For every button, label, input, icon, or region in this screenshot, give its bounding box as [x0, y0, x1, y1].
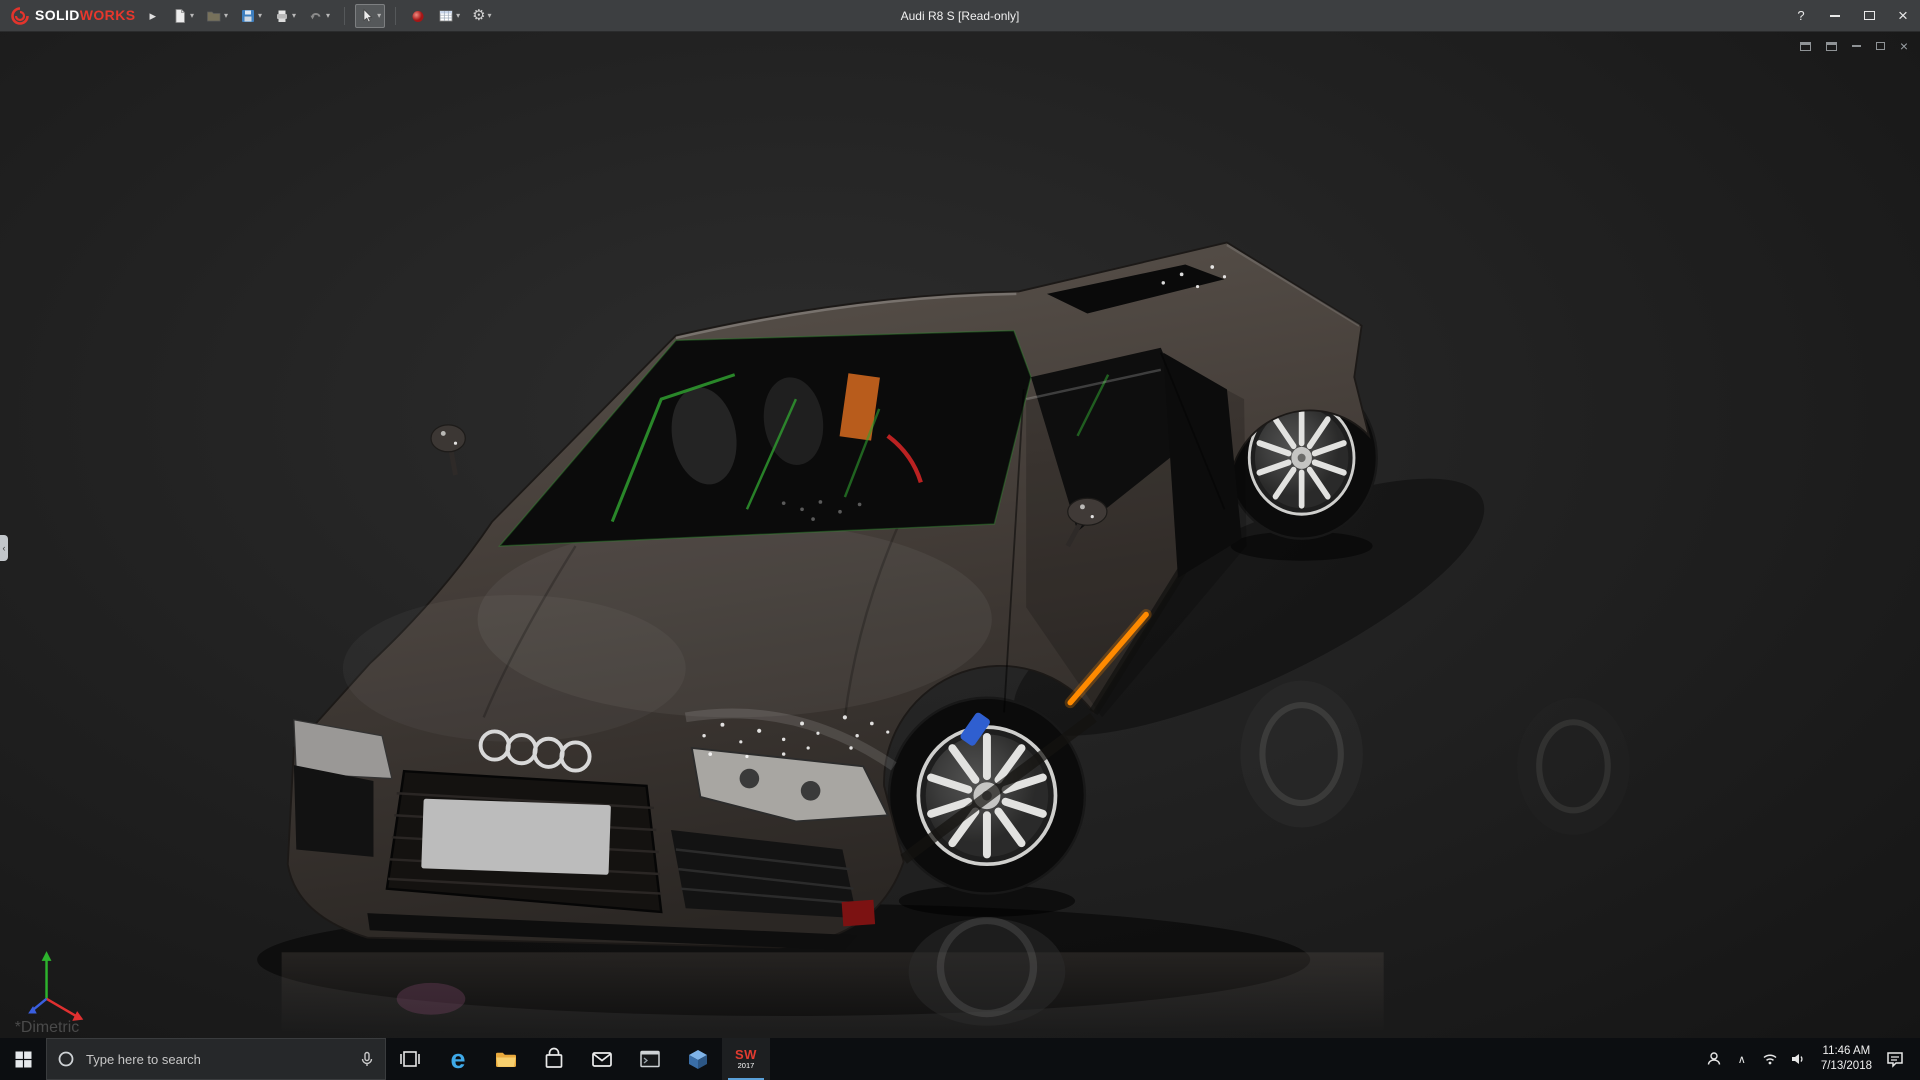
- folder-icon: [494, 1047, 518, 1071]
- window-title: Audi R8 S [Read-only]: [901, 9, 1020, 23]
- toolbar-separator: [395, 7, 396, 25]
- console-window-icon: [638, 1047, 662, 1071]
- doc-window-icon[interactable]: [1826, 42, 1837, 51]
- doc-restore-icon[interactable]: [1876, 42, 1885, 50]
- minimize-icon: [1830, 15, 1840, 17]
- undo-arrow-icon: [308, 8, 324, 24]
- undo-button[interactable]: ▾: [304, 4, 334, 28]
- hidden-icons-button[interactable]: ∧: [1730, 1053, 1754, 1066]
- system-tray: ∧ 11:46 AM 7/13/2018: [1702, 1038, 1920, 1080]
- design-table-button[interactable]: ▾: [434, 4, 464, 28]
- start-button[interactable]: [0, 1038, 46, 1080]
- console-app-button[interactable]: [626, 1038, 674, 1080]
- action-center-icon: [1885, 1049, 1905, 1069]
- store-button[interactable]: [530, 1038, 578, 1080]
- app-logo: SOLIDWORKS: [0, 6, 143, 26]
- red-reflector: [842, 900, 875, 927]
- doc-window-icon[interactable]: [1800, 42, 1811, 51]
- screen: SOLIDWORKS ▸ ▾ ▾: [0, 0, 1920, 1080]
- save-floppy-icon: [240, 8, 256, 24]
- clock-date: 7/13/2018: [1821, 1059, 1872, 1074]
- microphone-icon[interactable]: [359, 1051, 375, 1067]
- logo-text-solid: SOLID: [35, 7, 80, 23]
- action-center-button[interactable]: [1883, 1049, 1907, 1069]
- solidworks-icon: SW 2017: [735, 1048, 757, 1070]
- cube-app-button[interactable]: [674, 1038, 722, 1080]
- help-button[interactable]: ?: [1784, 0, 1818, 31]
- volume-tray-button[interactable]: [1786, 1051, 1810, 1067]
- dassault-logo-icon: [10, 6, 30, 26]
- main-toolbar: ▾ ▾ ▾: [168, 4, 496, 28]
- 3d-scene[interactable]: *Dimetric: [0, 32, 1920, 1038]
- task-view-icon: [398, 1047, 422, 1071]
- mail-envelope-icon: [590, 1047, 614, 1071]
- minimize-button[interactable]: [1818, 0, 1852, 31]
- doc-minimize-icon[interactable]: [1852, 45, 1861, 47]
- maximize-icon: [1864, 11, 1875, 20]
- person-icon: [1706, 1051, 1722, 1067]
- toolbar-separator: [344, 7, 345, 25]
- speaker-icon: [1790, 1051, 1806, 1067]
- window-controls: ? ×: [1784, 0, 1920, 31]
- taskbar-clock[interactable]: 11:46 AM 7/13/2018: [1814, 1044, 1879, 1074]
- orientation-triad: [28, 951, 83, 1021]
- open-document-button[interactable]: ▾: [202, 4, 232, 28]
- left-intake: [294, 765, 374, 857]
- graphics-viewport[interactable]: × ‹: [0, 32, 1920, 1038]
- new-document-icon: [172, 8, 188, 24]
- select-cursor-icon: [359, 8, 375, 24]
- network-tray-button[interactable]: [1758, 1051, 1782, 1067]
- license-plate: [421, 799, 611, 875]
- cortana-circle-icon: [57, 1050, 75, 1068]
- print-button[interactable]: ▾: [270, 4, 300, 28]
- printer-icon: [274, 8, 290, 24]
- maximize-button[interactable]: [1852, 0, 1886, 31]
- new-document-button[interactable]: ▾: [168, 4, 198, 28]
- file-explorer-button[interactable]: [482, 1038, 530, 1080]
- taskbar: e: [0, 1038, 1920, 1080]
- doc-close-icon[interactable]: ×: [1900, 39, 1908, 53]
- red-sphere-icon: [410, 8, 426, 24]
- solidworks-year-badge: 2017: [738, 1062, 755, 1070]
- cube-app-icon: [686, 1047, 710, 1071]
- people-tray-button[interactable]: [1702, 1051, 1726, 1067]
- task-view-button[interactable]: [386, 1038, 434, 1080]
- save-button[interactable]: ▾: [236, 4, 266, 28]
- edge-icon: e: [450, 1046, 465, 1073]
- design-table-icon: [438, 8, 454, 24]
- open-folder-icon: [206, 8, 222, 24]
- store-bag-icon: [542, 1047, 566, 1071]
- view-orientation-label: *Dimetric: [15, 1019, 80, 1036]
- left-mirror: [431, 425, 465, 475]
- titlebar: SOLIDWORKS ▸ ▾ ▾: [0, 0, 1920, 32]
- record-macro-button[interactable]: [406, 4, 430, 28]
- solidworks-app-button[interactable]: SW 2017: [722, 1038, 770, 1080]
- options-button[interactable]: ⚙ ▾: [468, 4, 495, 27]
- search-input[interactable]: [84, 1051, 350, 1068]
- gear-icon: ⚙: [472, 8, 485, 23]
- close-button[interactable]: ×: [1886, 0, 1920, 31]
- front-wheel: [889, 698, 1085, 917]
- menu-expand-arrow-icon[interactable]: ▸: [143, 8, 168, 24]
- document-window-controls: ×: [1800, 39, 1908, 53]
- wifi-icon: [1762, 1051, 1778, 1067]
- collapsed-panel-tab[interactable]: ‹: [0, 535, 8, 561]
- logo-text-works: WORKS: [80, 7, 136, 23]
- edge-button[interactable]: e: [434, 1038, 482, 1080]
- clock-time: 11:46 AM: [1821, 1044, 1872, 1059]
- windows-logo-icon: [15, 1051, 32, 1068]
- taskbar-search[interactable]: [46, 1038, 386, 1080]
- mail-button[interactable]: [578, 1038, 626, 1080]
- select-tool-button[interactable]: ▾: [355, 4, 385, 28]
